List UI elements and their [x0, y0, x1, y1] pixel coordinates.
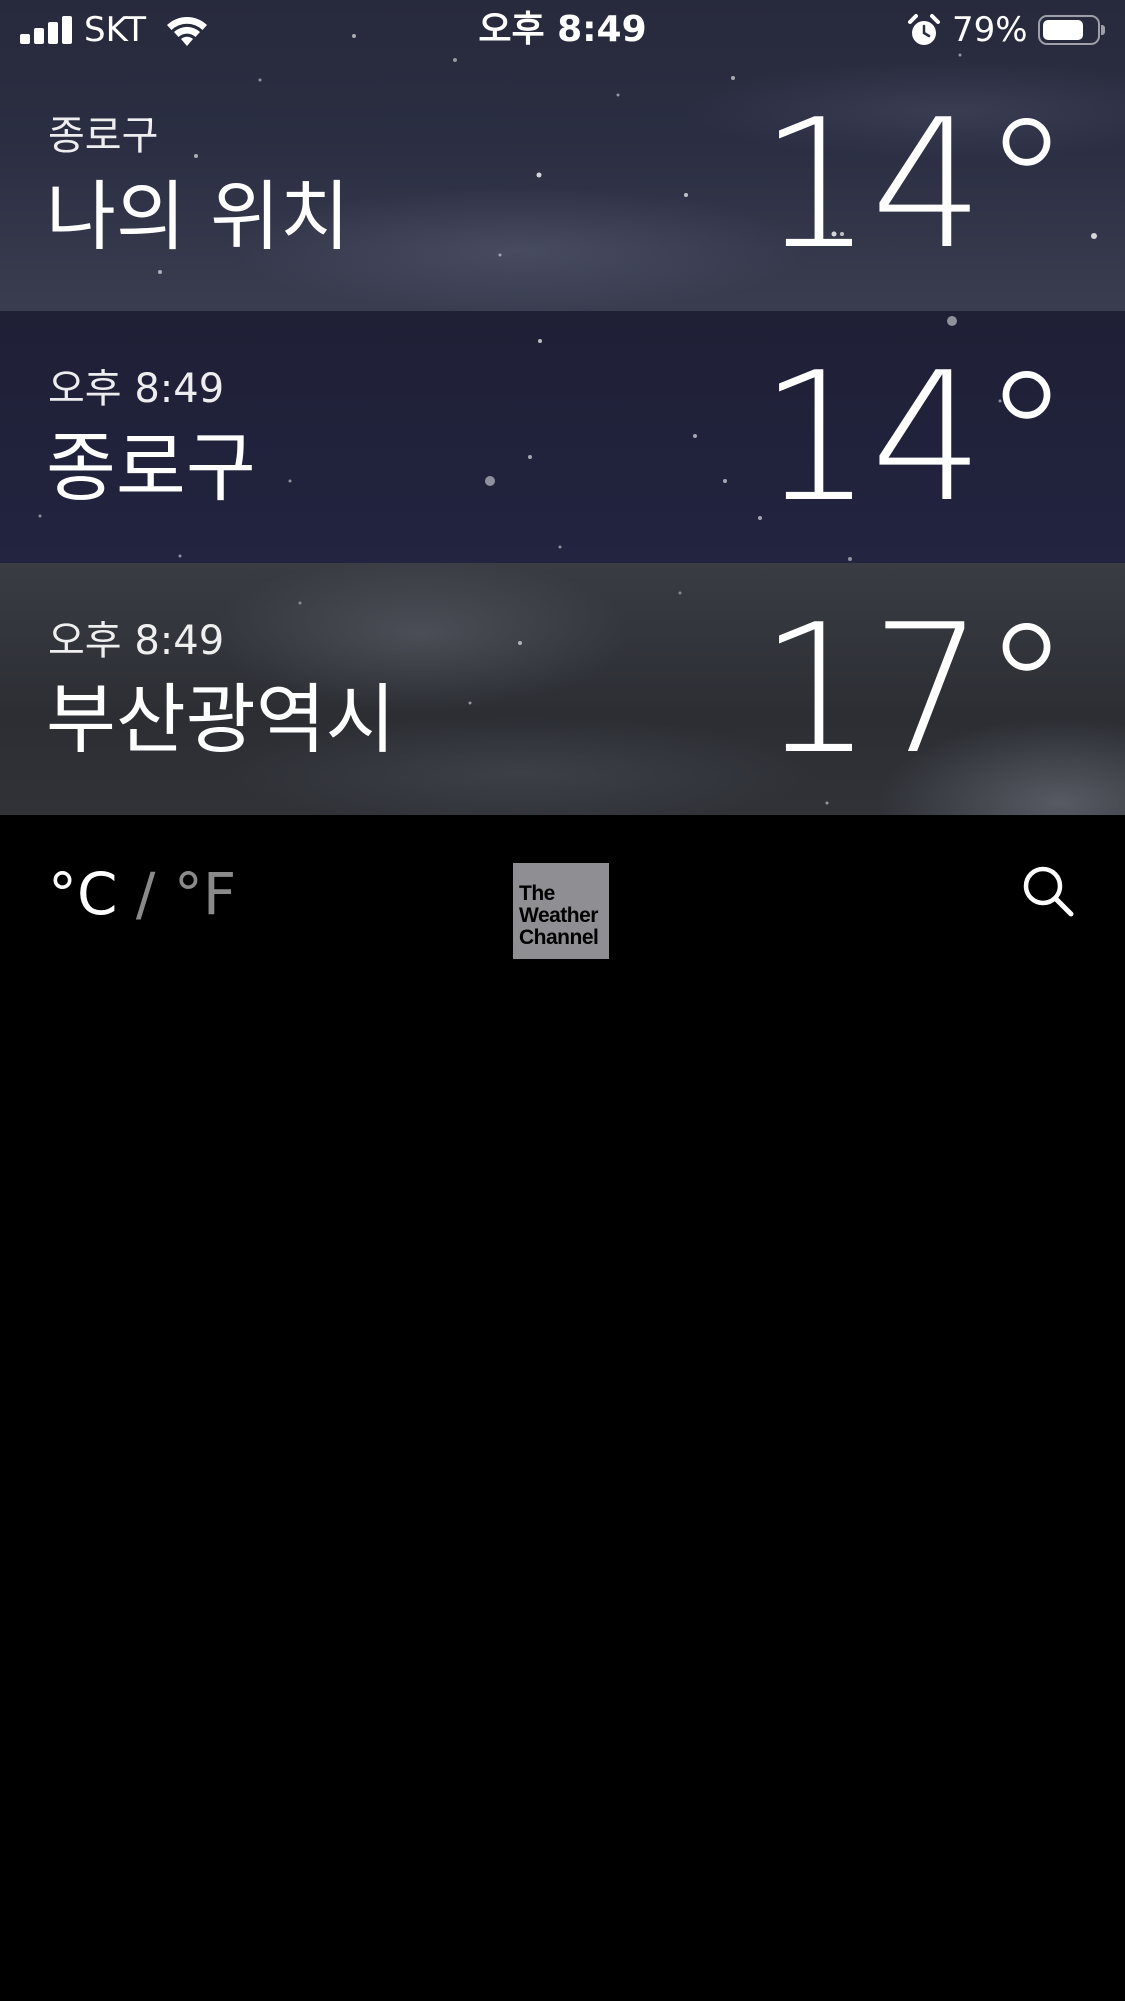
logo-line: Channel	[519, 926, 599, 949]
city-local-time: 오후 8:49	[48, 366, 225, 412]
city-name: 부산광역시	[46, 675, 396, 764]
fahrenheit-unit[interactable]: °F	[174, 860, 236, 928]
celsius-unit[interactable]: °C	[48, 860, 118, 928]
city-temperature: 17°	[759, 586, 1071, 793]
temperature-unit-toggle[interactable]: °C / °F	[48, 861, 236, 927]
logo-line: Weather	[519, 904, 598, 927]
city-name: 나의 위치	[46, 172, 350, 261]
city-temperature: 14°	[759, 81, 1071, 288]
city-row-jongno[interactable]: 오후 8:49 종로구 14°	[0, 311, 1125, 563]
unit-separator: /	[117, 860, 174, 928]
weather-channel-logo[interactable]: The Weather Channel	[513, 863, 609, 959]
logo-line: The	[519, 882, 555, 905]
city-temperature: 14°	[759, 334, 1071, 541]
battery-level	[1043, 20, 1083, 40]
city-list: 종로구 나의 위치 14° 오후 8:49 종로구 14° 오후 8:49 부산…	[0, 0, 1125, 815]
battery-percentage: 79%	[952, 10, 1028, 50]
city-subtitle: 종로구	[48, 113, 159, 159]
city-local-time: 오후 8:49	[48, 618, 225, 664]
city-row-busan[interactable]: 오후 8:49 부산광역시 17°	[0, 563, 1125, 815]
search-icon[interactable]	[1020, 863, 1076, 919]
status-bar: SKT 오후 8:49 79%	[0, 0, 1125, 60]
alarm-icon	[908, 14, 940, 45]
city-name: 종로구	[46, 423, 256, 512]
battery-icon	[1038, 15, 1105, 45]
footer-toolbar: °C / °F The Weather Channel	[0, 815, 1125, 985]
